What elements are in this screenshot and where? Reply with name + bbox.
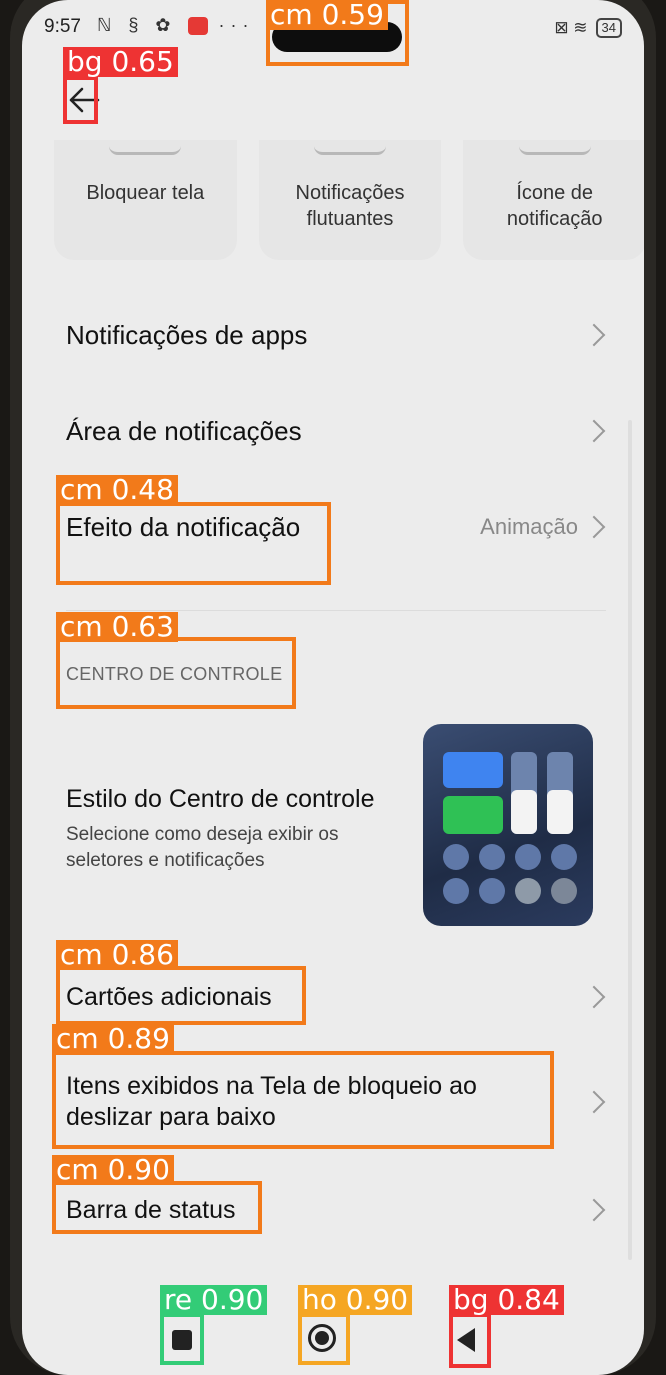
quick-card-label: Ícone de notificação: [506, 182, 603, 230]
detection-label: cm 0.63: [56, 612, 178, 642]
card-preview-handle: [314, 146, 386, 155]
control-center-style-item[interactable]: Estilo do Centro de controle Selecione c…: [66, 785, 396, 874]
settings-row-notification-area[interactable]: Área de notificações: [66, 408, 606, 454]
quick-card-notification-icon[interactable]: Ícone de notificação: [463, 140, 644, 260]
preview-slider-fill: [547, 790, 573, 834]
card-preview-handle: [518, 146, 591, 155]
detection-box: [52, 1051, 554, 1149]
detection-label: cm 0.86: [56, 940, 178, 970]
control-center-preview-image[interactable]: [423, 724, 593, 926]
detection-box: [298, 1313, 350, 1365]
preview-toggle: [515, 844, 541, 870]
battery-icon: 34: [595, 18, 622, 38]
preview-toggle: [551, 844, 577, 870]
detection-box: [449, 1313, 491, 1368]
status-system-icons: ⊠ ≋ 34: [554, 18, 622, 38]
quick-card-label: Notificações flutuantes: [295, 182, 405, 230]
settings-row-app-notifications[interactable]: Notificações de apps: [66, 312, 606, 358]
row-value: Animação: [480, 514, 578, 539]
detection-label: ho 0.90: [298, 1285, 413, 1315]
preview-toggle: [479, 844, 505, 870]
quick-card-lock-screen[interactable]: Bloquear tela: [54, 140, 237, 260]
status-time: 9:57: [44, 16, 81, 37]
preview-tile-blue: [443, 752, 503, 788]
sim-wifi-icon: ⊠ ≋: [554, 18, 588, 37]
chevron-right-icon: [582, 985, 606, 1009]
scrollbar[interactable]: [628, 420, 632, 1260]
preview-toggle: [479, 878, 505, 904]
detection-box: [56, 966, 306, 1025]
detection-label: cm 0.59: [266, 0, 388, 30]
card-preview-handle: [109, 146, 182, 155]
chevron-right-icon: [582, 419, 606, 443]
status-icons-text: ℕ § ✿: [97, 15, 177, 35]
preview-toggle: [443, 878, 469, 904]
detection-label: bg 0.84: [449, 1285, 564, 1315]
preview-toggle: [551, 878, 577, 904]
detection-label: cm 0.90: [52, 1155, 174, 1185]
quick-card-label: Bloquear tela: [86, 182, 205, 204]
row-label: Notificações de apps: [66, 319, 308, 350]
quick-settings-row: Bloquear tela Notificações flutuantes Íc…: [54, 140, 644, 260]
chevron-right-icon: [582, 1198, 606, 1222]
status-notification-icons: ℕ § ✿ ···: [97, 15, 255, 36]
quick-card-floating-notifications[interactable]: Notificações flutuantes: [258, 140, 442, 260]
chevron-right-icon: [582, 1090, 606, 1114]
detection-label: bg 0.65: [63, 47, 178, 77]
preview-slider-fill: [511, 790, 537, 834]
chevron-right-icon: [582, 515, 606, 539]
preview-tile-green: [443, 796, 503, 834]
detection-box: [56, 637, 296, 709]
row-label: Área de notificações: [66, 415, 302, 446]
detection-box: [56, 502, 331, 585]
preview-toggle: [443, 844, 469, 870]
detection-label: cm 0.48: [56, 475, 178, 505]
status-more: ···: [218, 15, 255, 35]
detection-label: re 0.90: [160, 1285, 268, 1315]
mail-icon: [187, 17, 208, 36]
detection-label: cm 0.89: [52, 1024, 174, 1054]
control-center-style-title: Estilo do Centro de controle: [66, 785, 375, 813]
detection-box: [63, 76, 98, 124]
detection-box: [52, 1181, 262, 1234]
preview-toggle: [515, 878, 541, 904]
chevron-right-icon: [582, 323, 606, 347]
control-center-style-subtitle: Selecione como deseja exibir os seletore…: [66, 824, 339, 871]
detection-box: [160, 1313, 204, 1365]
